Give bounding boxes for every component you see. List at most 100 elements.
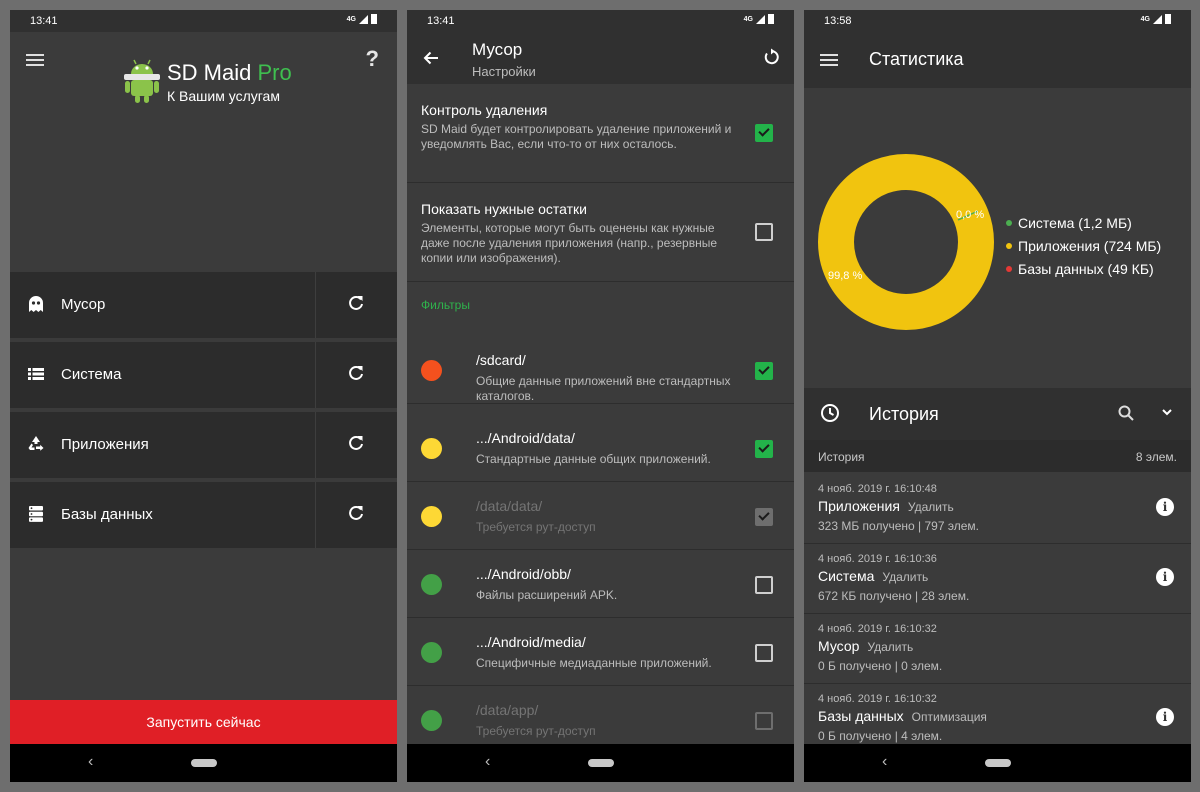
setting-description: SD Maid будет контролировать удаление пр… bbox=[421, 122, 732, 151]
nav-back-icon[interactable]: ‹ bbox=[88, 753, 93, 771]
tool-row-databases[interactable]: Базы данных bbox=[10, 482, 397, 548]
filters-section-header: Фильтры bbox=[421, 298, 470, 312]
checkbox-keeper-leftovers[interactable] bbox=[755, 223, 773, 241]
status-time: 13:41 bbox=[427, 15, 455, 27]
filter-path: .../Android/media/ bbox=[476, 634, 586, 650]
filter-color-dot bbox=[421, 360, 442, 381]
history-action: Удалить bbox=[867, 640, 914, 654]
tool-row-appcleaner[interactable]: Приложения bbox=[10, 412, 397, 478]
refresh-icon[interactable] bbox=[347, 294, 365, 312]
phone-screen-statistics: 13:58 4G Статистика 0,0 % 99,8 % Система… bbox=[804, 10, 1191, 782]
history-action: Удалить bbox=[882, 570, 929, 584]
battery-icon bbox=[371, 14, 377, 24]
info-icon[interactable]: i bbox=[1156, 498, 1174, 516]
status-bar: 13:41 4G bbox=[10, 10, 397, 32]
page-title: Статистика bbox=[869, 49, 964, 69]
history-item[interactable]: 4 нояб. 2019 г. 16:10:36 Система Удалить … bbox=[804, 543, 1191, 614]
history-sub-label: История bbox=[818, 450, 865, 464]
info-icon[interactable]: i bbox=[1156, 708, 1174, 726]
filter-color-dot bbox=[421, 574, 442, 595]
tool-row-systemcleaner[interactable]: Система bbox=[10, 342, 397, 408]
filter-checkbox bbox=[755, 712, 773, 730]
donut-label-big: 99,8 % bbox=[828, 270, 862, 282]
filter-checkbox[interactable] bbox=[755, 440, 773, 458]
donut-label-small: 0,0 % bbox=[956, 209, 984, 221]
checkbox-uninstall-watcher[interactable] bbox=[755, 124, 773, 142]
filter-checkbox[interactable] bbox=[755, 576, 773, 594]
app-title: SD Maid Pro bbox=[167, 60, 292, 86]
nav-home-pill[interactable] bbox=[587, 759, 614, 767]
toolbar: Статистика bbox=[804, 32, 1191, 88]
legend-label: Система (1,2 МБ) bbox=[1018, 215, 1132, 231]
status-time: 13:58 bbox=[824, 15, 852, 27]
signal-icon bbox=[359, 14, 368, 24]
refresh-icon[interactable] bbox=[347, 504, 365, 522]
nav-back-icon[interactable]: ‹ bbox=[882, 753, 887, 771]
signal-icon bbox=[756, 14, 765, 24]
refresh-icon[interactable] bbox=[347, 434, 365, 452]
status-bar: 13:58 4G bbox=[804, 10, 1191, 32]
system-nav-bar: ‹ bbox=[10, 744, 397, 782]
hamburger-menu-icon[interactable] bbox=[26, 54, 44, 66]
storage-donut-chart: 0,0 % 99,8 % bbox=[818, 154, 994, 330]
network-type: 4G bbox=[346, 15, 356, 23]
filter-path: /data/app/ bbox=[476, 702, 539, 718]
filter-checkbox[interactable] bbox=[755, 362, 773, 380]
tool-row-corpsefinder[interactable]: Мусор bbox=[10, 272, 397, 338]
filter-checkbox bbox=[755, 508, 773, 526]
history-title: История bbox=[869, 404, 939, 424]
filter-row-android-data[interactable]: .../Android/data/ Стандартные данные общ… bbox=[407, 414, 794, 482]
divider bbox=[315, 272, 316, 338]
battery-icon bbox=[1165, 14, 1171, 24]
history-summary: 0 Б получено | 0 элем. bbox=[818, 659, 943, 673]
help-icon[interactable]: ? bbox=[366, 46, 379, 72]
legend-item-apps: Приложения (724 МБ) bbox=[1006, 238, 1161, 261]
nav-home-pill[interactable] bbox=[984, 759, 1011, 767]
network-type: 4G bbox=[1140, 15, 1150, 23]
history-tool-name: Мусор bbox=[818, 638, 860, 654]
history-tool: Система Удалить bbox=[818, 568, 928, 584]
chart-legend: Система (1,2 МБ) Приложения (724 МБ) Баз… bbox=[1006, 215, 1161, 284]
history-date: 4 нояб. 2019 г. 16:10:48 bbox=[818, 483, 937, 495]
filter-description: Общие данные приложений вне стандартных … bbox=[476, 374, 731, 403]
toolbar: Мусор Настройки bbox=[407, 32, 794, 84]
history-tool: Приложения Удалить bbox=[818, 498, 954, 514]
filter-row-android-media[interactable]: .../Android/media/ Специфичные медиаданн… bbox=[407, 618, 794, 686]
history-summary: 0 Б получено | 4 элем. bbox=[818, 729, 943, 743]
search-icon[interactable] bbox=[1118, 405, 1134, 421]
setting-title: Показать нужные остатки bbox=[421, 201, 588, 217]
status-bar: 13:41 4G bbox=[407, 10, 794, 32]
setting-uninstall-watcher[interactable]: Контроль удаления SD Maid будет контроли… bbox=[407, 84, 794, 183]
filter-path: .../Android/data/ bbox=[476, 430, 575, 446]
status-icons: 4G bbox=[1141, 14, 1171, 24]
history-date: 4 нояб. 2019 г. 16:10:36 bbox=[818, 553, 937, 565]
app-header: SD Maid Pro К Вашим услугам ? bbox=[10, 32, 397, 272]
tool-label: Приложения bbox=[61, 436, 149, 453]
nav-back-icon[interactable]: ‹ bbox=[485, 753, 490, 771]
history-date: 4 нояб. 2019 г. 16:10:32 bbox=[818, 693, 937, 705]
filter-checkbox[interactable] bbox=[755, 644, 773, 662]
setting-title: Контроль удаления bbox=[421, 102, 548, 118]
chevron-down-icon[interactable] bbox=[1162, 407, 1172, 417]
hamburger-menu-icon[interactable] bbox=[820, 54, 838, 66]
history-action: Удалить bbox=[907, 500, 954, 514]
filter-row-android-obb[interactable]: .../Android/obb/ Файлы расширений APK. bbox=[407, 550, 794, 618]
setting-keeper-leftovers[interactable]: Показать нужные остатки Элементы, которы… bbox=[407, 183, 794, 282]
history-item[interactable]: 4 нояб. 2019 г. 16:10:32 Мусор Удалить 0 … bbox=[804, 613, 1191, 684]
history-item[interactable]: 4 нояб. 2019 г. 16:10:48 Приложения Удали… bbox=[804, 473, 1191, 544]
back-arrow-icon[interactable] bbox=[423, 50, 439, 66]
app-pro-badge: Pro bbox=[257, 60, 292, 85]
run-now-button[interactable]: Запустить сейчас bbox=[10, 700, 397, 744]
filter-color-dot bbox=[421, 438, 442, 459]
nav-home-pill[interactable] bbox=[190, 759, 217, 767]
reset-icon[interactable] bbox=[762, 48, 780, 66]
refresh-icon[interactable] bbox=[347, 364, 365, 382]
filter-path: /sdcard/ bbox=[476, 352, 526, 368]
filter-description: Специфичные медиаданные приложений. bbox=[476, 656, 712, 670]
filter-row-sdcard[interactable]: /sdcard/ Общие данные приложений вне ста… bbox=[407, 336, 794, 404]
filter-description: Стандартные данные общих приложений. bbox=[476, 452, 711, 466]
filter-description: Требуется рут-доступ bbox=[476, 520, 596, 534]
info-icon[interactable]: i bbox=[1156, 568, 1174, 586]
app-subtitle: К Вашим услугам bbox=[167, 88, 280, 104]
history-tool-name: Приложения bbox=[818, 498, 900, 514]
